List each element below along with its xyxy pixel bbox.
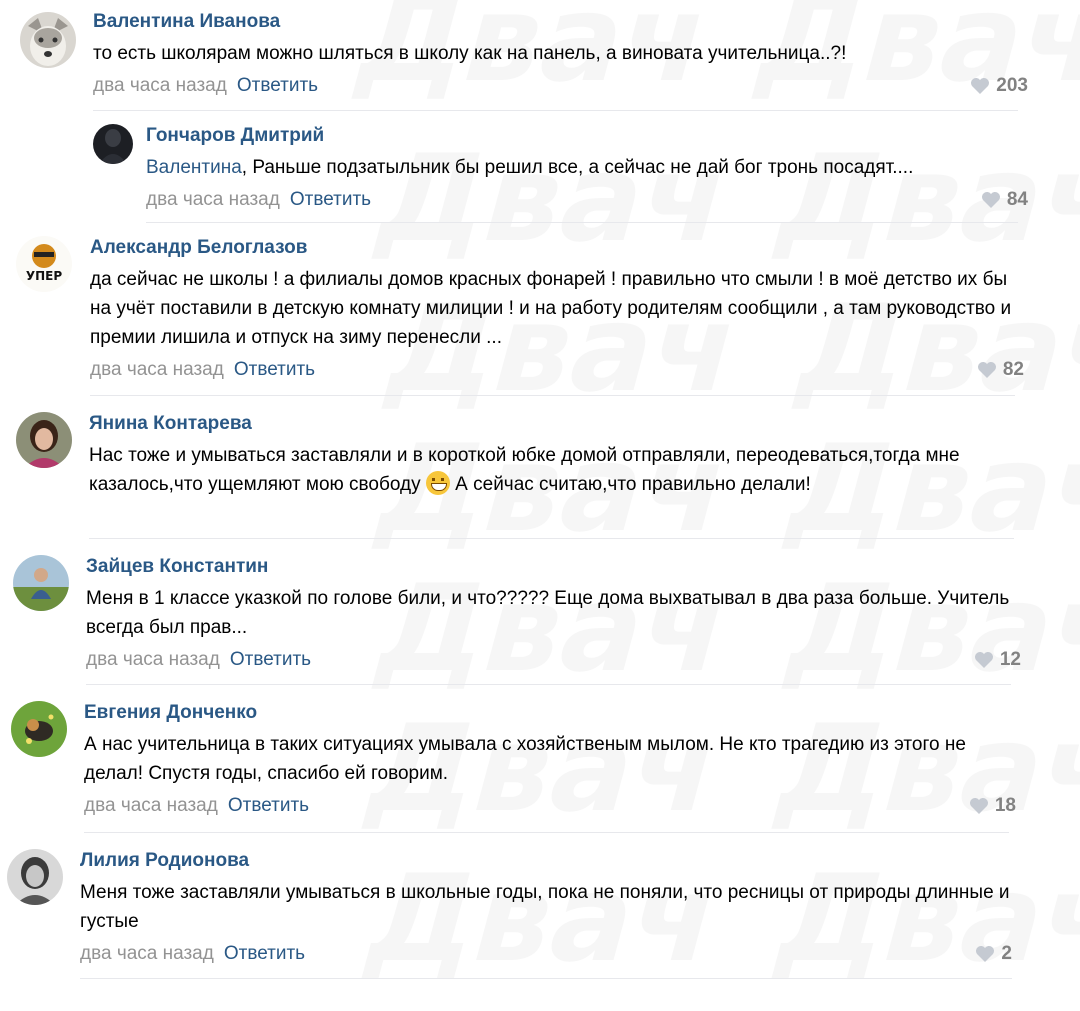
avatar[interactable]: УПЕР (16, 236, 72, 292)
like-button[interactable]: 12 (974, 648, 1021, 672)
comment-text: да сейчас не школы ! а филиалы домов кра… (90, 269, 1012, 348)
avatar[interactable] (7, 849, 63, 905)
heart-icon (981, 192, 1000, 208)
heart-icon (977, 362, 996, 378)
like-button[interactable]: 18 (969, 794, 1016, 818)
heart-icon (974, 652, 993, 668)
divider (93, 110, 1018, 111)
comment-text-body: , Раньше подзатыльник бы решил все, а се… (241, 157, 914, 178)
like-button[interactable]: 82 (977, 358, 1024, 382)
avatar[interactable] (20, 12, 76, 68)
like-button[interactable]: 2 (975, 942, 1012, 966)
comment-text: Меня тоже заставляли умываться в школьны… (80, 882, 1010, 932)
comment-text: то есть школярам можно шляться в школу к… (93, 43, 847, 64)
comment-text: Меня в 1 классе указкой по голове били, … (86, 588, 1010, 638)
divider (80, 978, 1012, 979)
divider (146, 222, 1018, 223)
comment-time[interactable]: два часа назад (93, 75, 227, 96)
avatar-text: УПЕР (26, 269, 62, 283)
like-button[interactable]: 84 (981, 188, 1028, 212)
author-name[interactable]: Янина Контарева (89, 412, 1024, 436)
reply-link[interactable]: Ответить (228, 795, 309, 816)
comment-text: А нас учительница в таких ситуациях умыв… (84, 734, 966, 784)
dog-avatar-image (11, 701, 67, 757)
like-count: 203 (996, 75, 1028, 96)
outdoor-avatar-image (13, 555, 69, 611)
heart-icon (969, 798, 988, 814)
avatar[interactable] (93, 124, 133, 164)
author-name[interactable]: Гончаров Дмитрий (146, 124, 1028, 148)
mention-link[interactable]: Валентина (146, 157, 242, 178)
woman-avatar-image (16, 412, 72, 468)
like-count: 12 (999, 649, 1021, 670)
comment-time[interactable]: два часа назад (80, 943, 214, 964)
author-name[interactable]: Евгения Донченко (84, 701, 1019, 725)
author-name[interactable]: Лилия Родионова (80, 849, 1015, 873)
divider (86, 684, 1011, 685)
reply-link[interactable]: Ответить (237, 75, 318, 96)
reply-link[interactable]: Ответить (224, 943, 305, 964)
author-name[interactable]: Александр Белоглазов (90, 236, 1024, 260)
comment-meta: два часа назад Ответить 82 (90, 358, 1024, 382)
comment-meta: два часа назад Ответить 84 (146, 188, 1028, 212)
like-count: 82 (1002, 359, 1024, 380)
comment-meta: два часа назад Ответить 18 (84, 794, 1019, 818)
person-avatar-image (93, 124, 133, 164)
divider (89, 538, 1014, 539)
like-count: 18 (994, 795, 1016, 816)
reply-link[interactable]: Ответить (230, 649, 311, 670)
divider (90, 395, 1015, 396)
reply-link[interactable]: Ответить (290, 189, 371, 210)
reply-link[interactable]: Ответить (234, 359, 315, 380)
wolf-avatar-image (20, 12, 76, 68)
like-count: 2 (1001, 943, 1012, 964)
comment-text: Нас тоже и умываться заставляли и в коро… (89, 441, 1024, 499)
grinning-face-emoji (425, 471, 450, 495)
comment-time[interactable]: два часа назад (146, 189, 280, 210)
comment-text: Валентина, Раньше подзатыльник бы решил … (146, 153, 1028, 182)
avatar[interactable] (13, 555, 69, 611)
comment-meta: два часа назад Ответить 203 (93, 74, 1028, 98)
comment-time[interactable]: два часа назад (90, 359, 224, 380)
comment-text-part: А сейчас считаю,что правильно делали! (455, 474, 811, 495)
avatar[interactable] (11, 701, 67, 757)
comment-time[interactable]: два часа назад (84, 795, 218, 816)
heart-icon (976, 946, 995, 962)
comment-meta: два часа назад Ответить 2 (80, 942, 1015, 966)
cartoon-avatar-image: УПЕР (16, 236, 72, 292)
comment-meta: два часа назад Ответить 12 (86, 648, 1021, 672)
divider (84, 832, 1009, 833)
woman-avatar-image (7, 849, 63, 905)
comment-time[interactable]: два часа назад (86, 649, 220, 670)
like-button[interactable]: 203 (970, 74, 1028, 98)
avatar[interactable] (16, 412, 72, 468)
author-name[interactable]: Зайцев Константин (86, 555, 1021, 579)
heart-icon (971, 78, 990, 94)
author-name[interactable]: Валентина Иванова (93, 10, 1028, 34)
like-count: 84 (1006, 189, 1028, 210)
